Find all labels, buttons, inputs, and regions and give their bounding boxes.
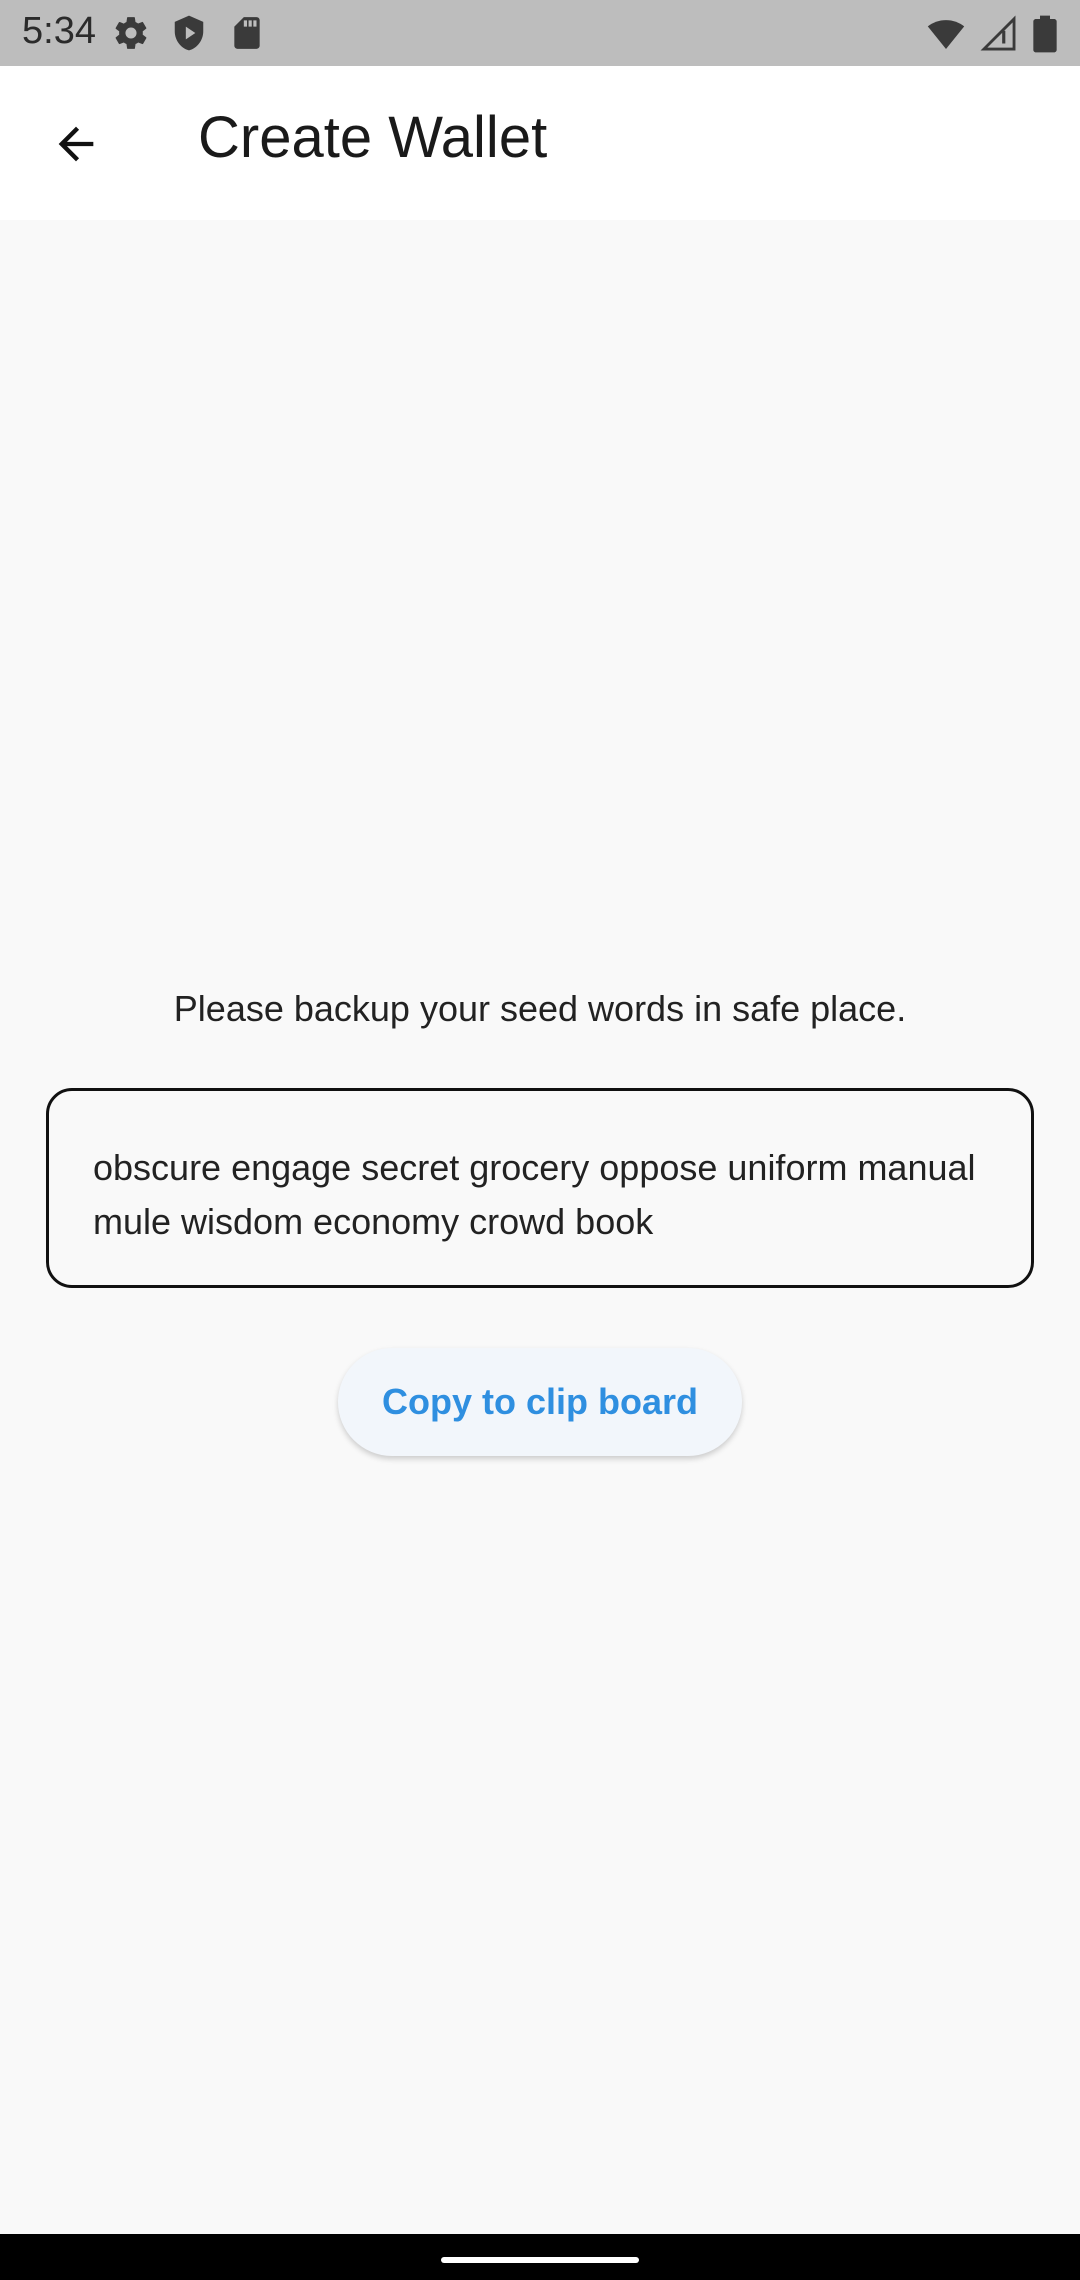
settings-gear-icon	[112, 14, 150, 57]
sd-card-icon	[228, 14, 266, 57]
status-time: 5:34	[22, 10, 96, 52]
seed-words-field[interactable]: obscure engage secret grocery oppose uni…	[46, 1088, 1034, 1288]
wifi-icon	[926, 15, 966, 58]
signal-icon	[980, 15, 1018, 58]
status-icons-left	[112, 14, 266, 57]
status-bar: 5:34	[0, 0, 1080, 66]
battery-icon	[1032, 14, 1058, 59]
home-indicator[interactable]	[441, 2257, 639, 2263]
status-icons-right	[926, 14, 1058, 59]
copy-to-clipboard-button[interactable]: Copy to clip board	[338, 1348, 742, 1456]
arrow-back-icon	[50, 118, 102, 175]
backup-instruction: Please backup your seed words in safe pl…	[173, 988, 907, 1029]
shield-icon	[170, 14, 208, 57]
back-button[interactable]	[36, 106, 116, 186]
page-title: Create Wallet	[198, 105, 548, 170]
app-bar: Create Wallet	[0, 66, 1080, 220]
